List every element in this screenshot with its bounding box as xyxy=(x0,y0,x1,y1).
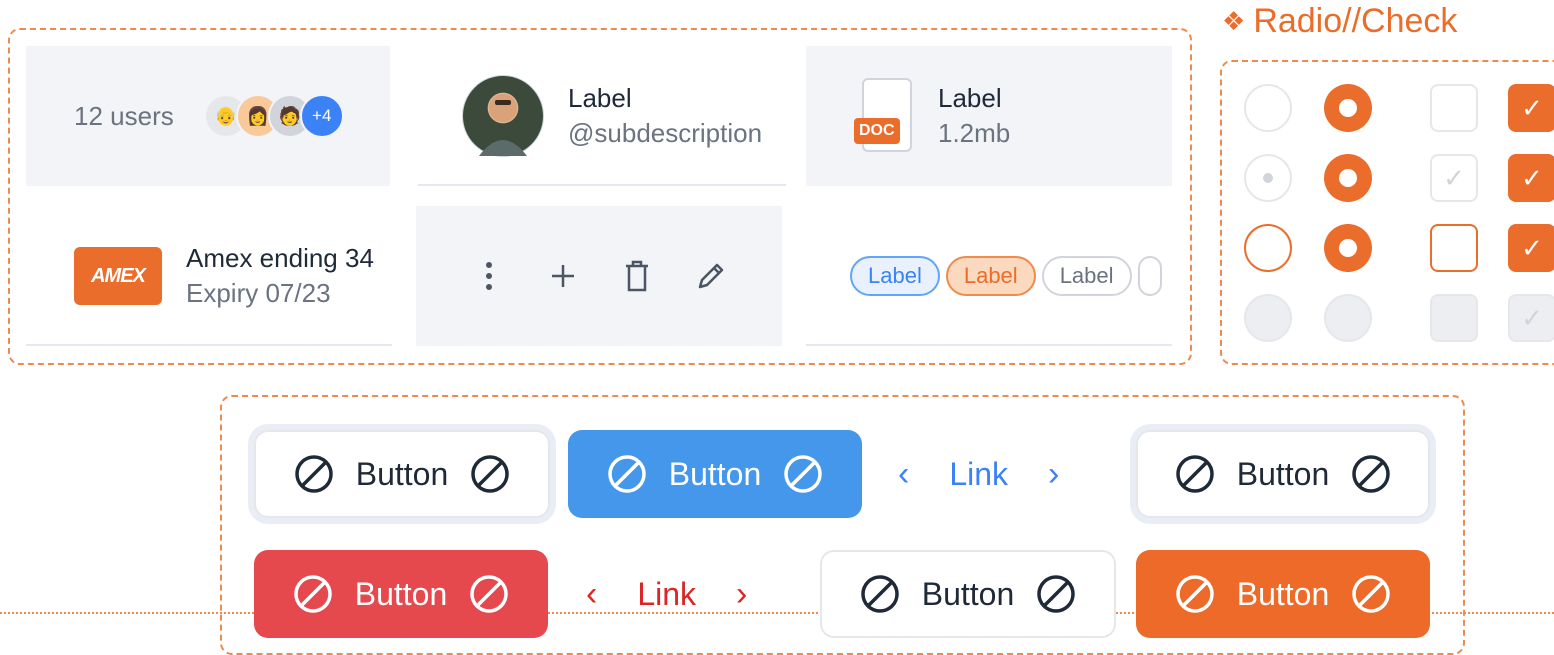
payment-card-cell[interactable]: AMEX Amex ending 34 Expiry 07/23 xyxy=(26,206,392,346)
avatar-group[interactable]: 👴 👩 🧑 +4 xyxy=(203,94,344,138)
file-cell[interactable]: DOC Label 1.2mb xyxy=(806,46,1172,186)
checkbox-focus[interactable] xyxy=(1430,224,1478,272)
button-label: Button xyxy=(1236,575,1330,612)
ban-icon xyxy=(469,574,509,614)
radio-checked[interactable] xyxy=(1324,224,1372,272)
button-label: Button xyxy=(668,455,762,492)
avatar xyxy=(462,75,544,157)
trash-icon[interactable] xyxy=(620,259,654,293)
radio-checked[interactable] xyxy=(1324,84,1372,132)
button-label: Button xyxy=(355,455,449,492)
ban-icon xyxy=(607,454,647,494)
file-size: 1.2mb xyxy=(938,118,1011,148)
button-label: Button xyxy=(1236,455,1330,492)
tag-blue[interactable]: Label xyxy=(850,256,940,296)
ban-icon xyxy=(470,454,510,494)
primary-button[interactable]: Button xyxy=(568,430,862,518)
actions-cell xyxy=(416,206,782,346)
plus-icon[interactable] xyxy=(546,259,580,293)
button-label: Button xyxy=(354,575,448,612)
section-title-text: Radio//Check xyxy=(1253,2,1458,40)
radio-hover[interactable] xyxy=(1244,154,1292,202)
link-button-blue[interactable]: ‹ Link › xyxy=(898,430,1059,518)
outline-button[interactable]: Button xyxy=(254,430,550,518)
ban-icon xyxy=(860,574,900,614)
checkbox-hover[interactable]: ✓ xyxy=(1430,154,1478,202)
radio-focus[interactable] xyxy=(1244,224,1292,272)
card-label: Amex ending 34 xyxy=(186,243,374,273)
link-label: Link xyxy=(949,455,1009,492)
users-count-text: 12 users xyxy=(74,100,174,131)
amex-logo: AMEX xyxy=(74,247,162,305)
ban-icon xyxy=(1351,574,1391,614)
profile-label: Label xyxy=(568,83,632,113)
checkbox-checked[interactable]: ✓ xyxy=(1508,154,1554,202)
profile-subdescription: @subdescription xyxy=(568,118,763,148)
checkbox-disabled-checked: ✓ xyxy=(1508,294,1554,342)
divider xyxy=(418,184,786,186)
radio-checked[interactable] xyxy=(1324,154,1372,202)
tags-cell: Label Label Label xyxy=(806,206,1172,346)
ban-icon xyxy=(783,454,823,494)
accent-button[interactable]: Button xyxy=(1136,550,1430,638)
radio-disabled xyxy=(1324,294,1372,342)
outline-button[interactable]: Button xyxy=(1136,430,1430,518)
tag-orange[interactable]: Label xyxy=(945,256,1036,296)
section-title: ❖ Radio//Check xyxy=(1222,2,1457,41)
ban-icon xyxy=(294,454,334,494)
chevron-left-icon: ‹ xyxy=(586,574,598,613)
ban-icon xyxy=(1175,454,1215,494)
link-label: Link xyxy=(637,575,697,612)
ban-icon xyxy=(1036,574,1076,614)
more-vertical-icon[interactable] xyxy=(472,259,506,293)
button-label: Button xyxy=(921,575,1015,612)
avatar-overflow-count: +4 xyxy=(299,94,344,138)
radio-disabled xyxy=(1244,294,1292,342)
divider xyxy=(26,344,392,346)
divider xyxy=(806,344,1172,346)
diamond-icon: ❖ xyxy=(1222,6,1246,36)
tag-plain[interactable]: Label xyxy=(1041,256,1132,296)
pencil-icon[interactable] xyxy=(694,259,728,293)
chevron-left-icon: ‹ xyxy=(898,454,910,493)
secondary-button[interactable]: Button xyxy=(820,550,1116,638)
radio-empty[interactable] xyxy=(1244,84,1292,132)
users-cell[interactable]: 12 users 👴 👩 🧑 +4 xyxy=(26,46,390,186)
checkbox-checked[interactable]: ✓ xyxy=(1508,84,1554,132)
ban-icon xyxy=(1175,574,1215,614)
danger-button[interactable]: Button xyxy=(254,550,548,638)
doc-badge: DOC xyxy=(854,118,900,144)
chevron-right-icon: › xyxy=(736,574,748,613)
checkbox-disabled xyxy=(1430,294,1478,342)
link-button-red[interactable]: ‹ Link › xyxy=(586,550,747,638)
profile-cell[interactable]: Label @subdescription xyxy=(418,46,786,186)
ban-icon xyxy=(1351,454,1391,494)
checkbox-checked[interactable]: ✓ xyxy=(1508,224,1554,272)
ban-icon xyxy=(293,574,333,614)
file-label: Label xyxy=(938,83,1002,113)
chevron-right-icon: › xyxy=(1048,454,1060,493)
doc-file-icon: DOC xyxy=(854,78,914,154)
checkbox-empty[interactable] xyxy=(1430,84,1478,132)
tag-partial[interactable] xyxy=(1137,256,1162,296)
card-expiry: Expiry 07/23 xyxy=(186,278,331,308)
